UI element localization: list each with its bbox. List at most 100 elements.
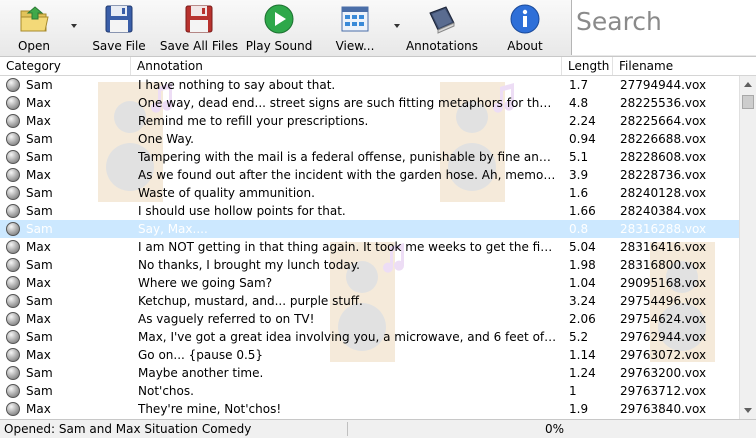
row-length: 3.24: [569, 294, 596, 308]
row-filename: 28316288.vox: [620, 222, 707, 236]
row-length: 1.66: [569, 204, 596, 218]
table-row[interactable]: Sam I have nothing to say about that. 1.7 2…: [0, 76, 739, 94]
sound-bullet-icon: [6, 330, 20, 344]
row-annotation: One way, dead end... street signs are su…: [138, 96, 558, 110]
view-button[interactable]: View...: [335, 2, 375, 54]
sound-bullet-icon: [6, 78, 20, 92]
row-length: 0.94: [569, 132, 596, 146]
column-header-filename[interactable]: Filename: [613, 57, 739, 75]
row-annotation: Maybe another time.: [138, 366, 264, 380]
sound-bullet-icon: [6, 402, 20, 416]
table-row[interactable]: Sam One Way. 0.94 28226688.vox: [0, 130, 739, 148]
view-label: View...: [335, 39, 375, 53]
row-filename: 28228736.vox: [620, 168, 707, 182]
table-row[interactable]: Sam No thanks, I brought my lunch today. 1…: [0, 256, 739, 274]
row-category: Max: [26, 312, 51, 326]
play-sound-label: Play Sound: [245, 39, 313, 53]
table-row[interactable]: Sam Say, Max.... 0.8 28316288.vox: [0, 220, 739, 238]
column-header-length[interactable]: Length: [562, 57, 613, 75]
open-dropdown-arrow[interactable]: [71, 24, 77, 28]
table-row[interactable]: Sam Not'chos. 1 29763712.vox: [0, 382, 739, 400]
annotations-button[interactable]: Annotations: [406, 2, 478, 54]
table-row[interactable]: Max They're mine, Not'chos! 1.9 29763840.vo…: [0, 400, 739, 418]
sound-bullet-icon: [6, 348, 20, 362]
row-category: Sam: [26, 330, 53, 344]
table-row[interactable]: Max As we found out after the incident wi…: [0, 166, 739, 184]
row-filename: 28240384.vox: [620, 204, 707, 218]
sound-bullet-icon: [6, 276, 20, 290]
table-row[interactable]: Max I am NOT getting in that thing again.…: [0, 238, 739, 256]
sound-bullet-icon: [6, 168, 20, 182]
open-folder-icon: [20, 6, 49, 32]
sound-bullet-icon: [6, 366, 20, 380]
table-row[interactable]: Max As vaguely referred to on TV! 2.06 2975…: [0, 310, 739, 328]
row-filename: 29095168.vox: [620, 276, 707, 290]
about-button[interactable]: About: [505, 2, 545, 54]
row-category: Max: [26, 402, 51, 416]
row-category: Sam: [26, 258, 53, 272]
row-annotation: Tampering with the mail is a federal off…: [138, 150, 558, 164]
table-row[interactable]: Sam Tampering with the mail is a federal …: [0, 148, 739, 166]
row-category: Sam: [26, 222, 53, 236]
save-file-button[interactable]: Save File: [92, 2, 146, 54]
floppy-disk-icon: [105, 5, 133, 33]
save-all-files-button[interactable]: Save All Files: [159, 2, 239, 54]
table-row[interactable]: Max Remind me to refill your prescription…: [0, 112, 739, 130]
row-length: 1: [569, 384, 577, 398]
annotations-label: Annotations: [405, 39, 479, 53]
row-filename: 28316416.vox: [620, 240, 707, 254]
table-row[interactable]: Sam Ketchup, mustard, and... purple stuff…: [0, 292, 739, 310]
table-row[interactable]: Max Go on... {pause 0.5} 1.14 29763072.vox: [0, 346, 739, 364]
sound-bullet-icon: [6, 294, 20, 308]
list-header: Category Annotation Length Filename: [0, 57, 739, 76]
row-filename: 29763072.vox: [620, 348, 707, 362]
table-row[interactable]: Max One way, dead end... street signs are…: [0, 94, 739, 112]
search-input[interactable]: [574, 0, 756, 42]
row-filename: 29754496.vox: [620, 294, 707, 308]
row-filename: 29763840.vox: [620, 402, 707, 416]
status-text: Opened: Sam and Max Situation Comedy: [4, 422, 252, 436]
view-dropdown-arrow[interactable]: [394, 24, 400, 28]
scroll-down-arrow-icon[interactable]: [744, 408, 752, 413]
vertical-scrollbar[interactable]: [739, 76, 756, 419]
sound-bullet-icon: [6, 222, 20, 236]
row-category: Max: [26, 168, 51, 182]
status-divider: [347, 422, 348, 436]
row-category: Max: [26, 276, 51, 290]
row-category: Sam: [26, 204, 53, 218]
row-annotation: Waste of quality ammunition.: [138, 186, 315, 200]
sound-bullet-icon: [6, 204, 20, 218]
row-length: 5.2: [569, 330, 589, 344]
progress-percent: 0%: [545, 422, 565, 436]
table-row[interactable]: Sam I should use hollow points for that. 1…: [0, 202, 739, 220]
table-row[interactable]: Sam Maybe another time. 1.24 29763200.vox: [0, 364, 739, 382]
table-row[interactable]: Max Where we going Sam? 1.04 29095168.vox: [0, 274, 739, 292]
row-filename: 29754624.vox: [620, 312, 707, 326]
row-category: Sam: [26, 294, 53, 308]
table-row[interactable]: Sam Max, I've got a great idea involving …: [0, 328, 739, 346]
table-row[interactable]: Sam Waste of quality ammunition. 1.6 282401…: [0, 184, 739, 202]
open-button[interactable]: Open: [14, 2, 54, 54]
row-annotation: Ketchup, mustard, and... purple stuff.: [138, 294, 363, 308]
row-annotation: Remind me to refill your prescriptions.: [138, 114, 369, 128]
column-header-annotation[interactable]: Annotation: [131, 57, 562, 75]
annotation-list[interactable]: Category Annotation Length Filename Sam I…: [0, 57, 756, 419]
row-annotation: I should use hollow points for that.: [138, 204, 346, 218]
row-category: Sam: [26, 150, 53, 164]
row-length: 1.14: [569, 348, 596, 362]
search-box[interactable]: [571, 0, 756, 55]
scroll-up-arrow-icon[interactable]: [744, 82, 752, 87]
save-all-files-label: Save All Files: [159, 39, 239, 53]
row-category: Max: [26, 114, 51, 128]
column-header-category[interactable]: Category: [0, 57, 131, 75]
row-length: 0.8: [569, 222, 589, 236]
toolbar: Open Save File Save All Files Play Sound: [0, 0, 756, 57]
open-label: Open: [17, 39, 51, 53]
row-category: Sam: [26, 132, 53, 146]
row-annotation: As we found out after the incident with …: [138, 168, 558, 182]
row-annotation: Where we going Sam?: [138, 276, 273, 290]
play-sound-button[interactable]: Play Sound: [245, 2, 313, 54]
scrollbar-thumb[interactable]: [742, 95, 754, 109]
row-annotation: Max, I've got a great idea involving you…: [138, 330, 558, 344]
view-grid-icon: [341, 6, 369, 32]
